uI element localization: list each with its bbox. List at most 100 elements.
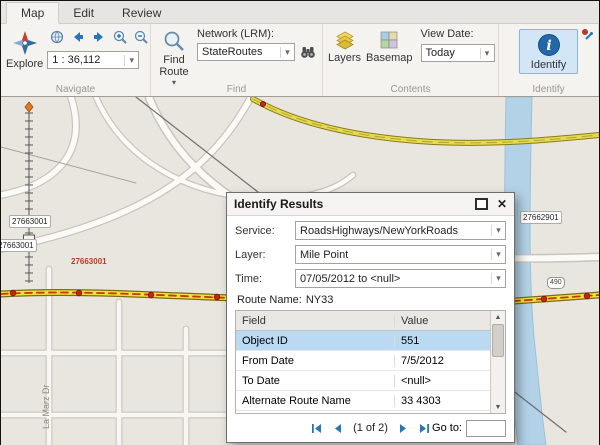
identify-icon: i [537, 33, 561, 57]
attributes-table-body: Field Value Object ID 551 From Date 7/5/… [236, 311, 490, 413]
identify-icon-glyph: i [546, 38, 551, 54]
group-label-identify: Identify [499, 84, 598, 95]
layer-combobox[interactable]: Mile Point ▾ [295, 245, 506, 264]
full-extent-icon [49, 29, 65, 45]
network-combobox[interactable]: StateRoutes ▾ [197, 43, 295, 61]
close-icon[interactable]: ✕ [497, 198, 507, 210]
chevron-down-icon: ▾ [491, 225, 505, 236]
map-scale-combobox[interactable]: 1 : 36,112 ▾ [47, 51, 139, 69]
table-header-row: Field Value [236, 311, 490, 331]
identify-label: Identify [531, 59, 566, 71]
route-name-row: Route Name: NY33 [237, 294, 504, 306]
basemap-icon [379, 30, 399, 50]
service-label: Service: [235, 225, 295, 237]
chevron-down-icon: ▾ [491, 273, 505, 284]
search-network-button[interactable] [298, 42, 318, 62]
table-row[interactable]: From Date 7/5/2012 [236, 351, 490, 371]
goto-page-input[interactable] [466, 420, 506, 437]
find-route-label: Find Route [156, 54, 192, 79]
basemap-button[interactable]: Basemap [365, 27, 413, 65]
scroll-down-icon[interactable]: ▼ [491, 401, 505, 413]
cell-value: 7/5/2012 [394, 355, 490, 367]
scrollbar-thumb[interactable] [492, 324, 504, 357]
ribbon-group-navigate: Explore [1, 24, 151, 96]
identify-options-icon [581, 28, 593, 40]
time-combobox[interactable]: 07/05/2012 to <null> ▾ [295, 269, 506, 288]
goto-label: Go to: [432, 422, 462, 434]
ribbon-group-contents: Layers Basemap View Date: Today ▾ [323, 24, 499, 96]
tab-review[interactable]: Review [108, 3, 175, 23]
previous-extent-button[interactable] [68, 27, 88, 47]
full-extent-button[interactable] [47, 27, 67, 47]
scroll-up-icon[interactable]: ▲ [491, 311, 505, 323]
tab-edit[interactable]: Edit [59, 3, 108, 23]
map-view[interactable]: 27663001 27663001 27663001 27662901 490 … [1, 97, 599, 445]
previous-page-button[interactable] [329, 420, 345, 436]
chevron-down-icon: ▾ [124, 55, 138, 66]
attributes-table: Field Value Object ID 551 From Date 7/5/… [235, 310, 506, 414]
route-name-value: NY33 [306, 294, 334, 306]
dialog-title-bar[interactable]: Identify Results ✕ [227, 193, 514, 216]
identify-results-dialog: Identify Results ✕ Service: RoadsHighway… [226, 192, 515, 443]
binoculars-icon [300, 44, 316, 60]
group-label-contents: Contents [323, 84, 498, 95]
maximize-icon[interactable] [475, 198, 488, 210]
column-header-value: Value [394, 315, 490, 327]
zoom-in-button[interactable] [110, 27, 130, 47]
service-combobox[interactable]: RoadsHighways/NewYorkRoads ▾ [295, 221, 506, 240]
last-page-button[interactable] [417, 420, 433, 436]
cell-value: 551 [394, 335, 490, 347]
scrollbar-track[interactable] [491, 323, 505, 401]
table-row[interactable]: To Date <null> [236, 371, 490, 391]
cell-field: Object ID [236, 335, 394, 347]
group-label-navigate: Navigate [1, 84, 150, 95]
cell-value: 33 4303 [394, 395, 490, 407]
next-extent-button[interactable] [89, 27, 109, 47]
cell-field: To Date [236, 375, 394, 387]
explore-button[interactable]: Explore [5, 27, 44, 71]
table-scrollbar[interactable]: ▲ ▼ [490, 311, 505, 413]
route-id-label-red: 27663001 [71, 257, 107, 266]
previous-page-icon [331, 422, 344, 435]
zoom-in-icon [112, 29, 128, 45]
route-id-label: 27663001 [1, 239, 37, 252]
map-scale-value: 1 : 36,112 [48, 54, 124, 66]
layer-row: Layer: Mile Point ▾ [235, 245, 506, 264]
time-value: 07/05/2012 to <null> [296, 273, 491, 285]
table-row[interactable]: Alternate Route Name 33 4303 [236, 391, 490, 411]
time-label: Time: [235, 273, 295, 285]
layer-value: Mile Point [296, 249, 491, 261]
view-date-combobox[interactable]: Today ▾ [421, 44, 495, 62]
layers-label: Layers [328, 52, 361, 64]
ribbon-tab-bar: Map Edit Review [1, 1, 599, 24]
identify-button[interactable]: i Identify [519, 29, 578, 74]
chevron-down-icon: ▾ [491, 249, 505, 260]
ribbon: Explore [1, 24, 599, 97]
zoom-out-button[interactable] [131, 27, 151, 47]
route-shield: 490 [547, 277, 565, 289]
route-id-label: 27663001 [9, 215, 51, 228]
service-row: Service: RoadsHighways/NewYorkRoads ▾ [235, 221, 506, 240]
group-label-find: Find [151, 84, 322, 95]
column-header-field: Field [236, 315, 394, 327]
next-page-button[interactable] [396, 420, 412, 436]
network-value: StateRoutes [198, 46, 280, 58]
arrow-right-icon [91, 29, 107, 45]
find-route-button[interactable]: Find Route ▾ [155, 27, 193, 88]
find-route-magnifier-icon [163, 30, 185, 52]
first-page-button[interactable] [308, 420, 324, 436]
zoom-out-icon [133, 29, 149, 45]
street-name-label: La Marz Dr [41, 384, 51, 429]
layers-button[interactable]: Layers [327, 27, 362, 65]
tab-map[interactable]: Map [6, 2, 59, 24]
service-value: RoadsHighways/NewYorkRoads [296, 225, 491, 237]
route-id-label: 27662901 [520, 211, 562, 224]
next-page-icon [397, 422, 410, 435]
ribbon-group-identify: i Identify Identify [499, 24, 599, 96]
table-row[interactable]: Object ID 551 [236, 331, 490, 351]
identify-options-button[interactable] [581, 27, 593, 45]
measure-ruler-slider[interactable] [24, 102, 35, 283]
layers-icon [335, 30, 355, 50]
page-indicator: (1 of 2) [353, 422, 388, 434]
view-date-label: View Date: [421, 28, 495, 40]
